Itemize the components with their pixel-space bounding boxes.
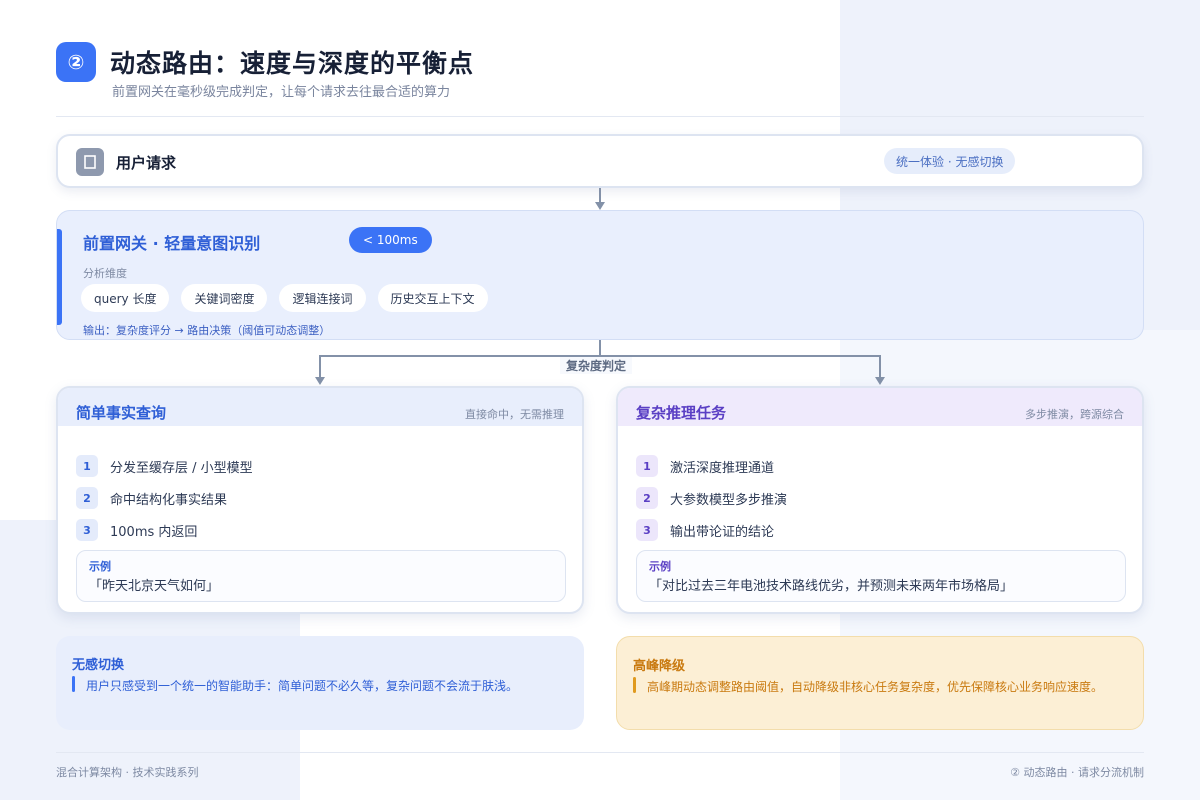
gateway-node: 前置网关 · 轻量意图识别 < 100ms 分析维度 query 长度 关键词密…: [56, 210, 1144, 340]
example-text: 「昨天北京天气如何」: [89, 579, 220, 594]
step-item: 2 命中结构化事实结果: [76, 486, 253, 510]
step-item: 3 输出带论证的结论: [636, 518, 787, 542]
gateway-output: 输出：复杂度评分 → 路由决策（阈值可动态调整）: [83, 324, 331, 337]
step-text: 命中结构化事实结果: [110, 492, 228, 508]
example-box: 示例 「对比过去三年电池技术路线优劣，并预测未来两年市场格局」: [636, 550, 1126, 602]
simple-route-card: 简单事实查询 直接命中，无需推理 1 分发至缓存层 / 小型模型 2 命中结构化…: [56, 386, 584, 614]
step-list: 1 激活深度推理通道 2 大参数模型多步推演 3 输出带论证的结论: [636, 454, 787, 550]
step-item: 2 大参数模型多步推演: [636, 486, 787, 510]
branch-label: 复杂度判定: [560, 357, 633, 374]
accent-bar: [57, 229, 62, 325]
peak-degrade-note: 高峰降级 高峰期动态调整路由阈值，自动降级非核心任务复杂度，优先保障核心业务响应…: [616, 636, 1144, 730]
user-icon: [76, 148, 104, 176]
connector-line: [319, 355, 321, 377]
user-request-node: 用户请求 统一体验 · 无感切换: [56, 134, 1144, 188]
card-note: 多步推演，跨源综合: [1025, 408, 1124, 421]
divider: [56, 116, 1144, 117]
example-box: 示例 「昨天北京天气如何」: [76, 550, 566, 602]
step-number: 1: [76, 455, 98, 477]
note-text: 用户只感受到一个统一的智能助手：简单问题不必久等，复杂问题不会流于肤浅。: [86, 679, 519, 693]
step-text: 输出带论证的结论: [670, 524, 775, 540]
step-list: 1 分发至缓存层 / 小型模型 2 命中结构化事实结果 3 100ms 内返回: [76, 454, 253, 550]
dimension-chip: 关键词密度: [181, 284, 268, 312]
user-request-tag: 统一体验 · 无感切换: [884, 148, 1016, 174]
step-text: 激活深度推理通道: [670, 460, 775, 476]
footer-section: ② 动态路由 · 请求分流机制: [1010, 766, 1144, 779]
example-label: 示例: [649, 560, 671, 573]
gateway-title: 前置网关 · 轻量意图识别: [83, 234, 261, 253]
step-number: 3: [76, 519, 98, 541]
connector-line: [599, 188, 601, 202]
note-title: 高峰降级: [633, 659, 686, 674]
example-label: 示例: [89, 560, 111, 573]
connector-arrow: [875, 377, 885, 385]
card-title: 简单事实查询: [76, 404, 167, 422]
connector-arrow: [315, 377, 325, 385]
dimension-chips: query 长度 关键词密度 逻辑连接词 历史交互上下文: [81, 284, 488, 312]
latency-badge: < 100ms: [349, 227, 432, 253]
dimension-chip: 历史交互上下文: [377, 284, 488, 312]
section-number-badge: ②: [56, 42, 96, 82]
dimension-chip: query 长度: [81, 284, 170, 312]
connector-arrow: [595, 202, 605, 210]
step-number: 1: [636, 455, 658, 477]
footer-series: 混合计算架构 · 技术实践系列: [56, 766, 199, 779]
note-text: 高峰期动态调整路由阈值，自动降级非核心任务复杂度，优先保障核心业务响应速度。: [647, 680, 1104, 694]
dimensions-label: 分析维度: [83, 267, 127, 280]
step-item: 1 激活深度推理通道: [636, 454, 787, 478]
card-note: 直接命中，无需推理: [465, 408, 564, 421]
page-title: 动态路由：速度与深度的平衡点: [110, 49, 475, 78]
step-text: 分发至缓存层 / 小型模型: [110, 460, 253, 476]
complex-route-card: 复杂推理任务 多步推演，跨源综合 1 激活深度推理通道 2 大参数模型多步推演 …: [616, 386, 1144, 614]
step-number: 3: [636, 519, 658, 541]
connector-line: [599, 340, 601, 356]
connector-line: [879, 355, 881, 377]
page-subtitle: 前置网关在毫秒级完成判定，让每个请求去往最合适的算力: [112, 85, 451, 100]
step-item: 3 100ms 内返回: [76, 518, 253, 542]
card-header: 简单事实查询 直接命中，无需推理: [58, 388, 582, 426]
user-request-label: 用户请求: [116, 154, 177, 172]
dimension-chip: 逻辑连接词: [279, 284, 366, 312]
step-text: 100ms 内返回: [110, 524, 198, 540]
accent-bar: [72, 676, 75, 692]
divider: [56, 752, 1144, 753]
step-number: 2: [76, 487, 98, 509]
step-item: 1 分发至缓存层 / 小型模型: [76, 454, 253, 478]
card-header: 复杂推理任务 多步推演，跨源综合: [618, 388, 1142, 426]
note-title: 无感切换: [72, 658, 125, 673]
step-text: 大参数模型多步推演: [670, 492, 788, 508]
example-text: 「对比过去三年电池技术路线优劣，并预测未来两年市场格局」: [649, 579, 1014, 594]
seamless-switch-note: 无感切换 用户只感受到一个统一的智能助手：简单问题不必久等，复杂问题不会流于肤浅…: [56, 636, 584, 730]
step-number: 2: [636, 487, 658, 509]
card-title: 复杂推理任务: [636, 404, 727, 422]
accent-bar: [633, 677, 636, 693]
